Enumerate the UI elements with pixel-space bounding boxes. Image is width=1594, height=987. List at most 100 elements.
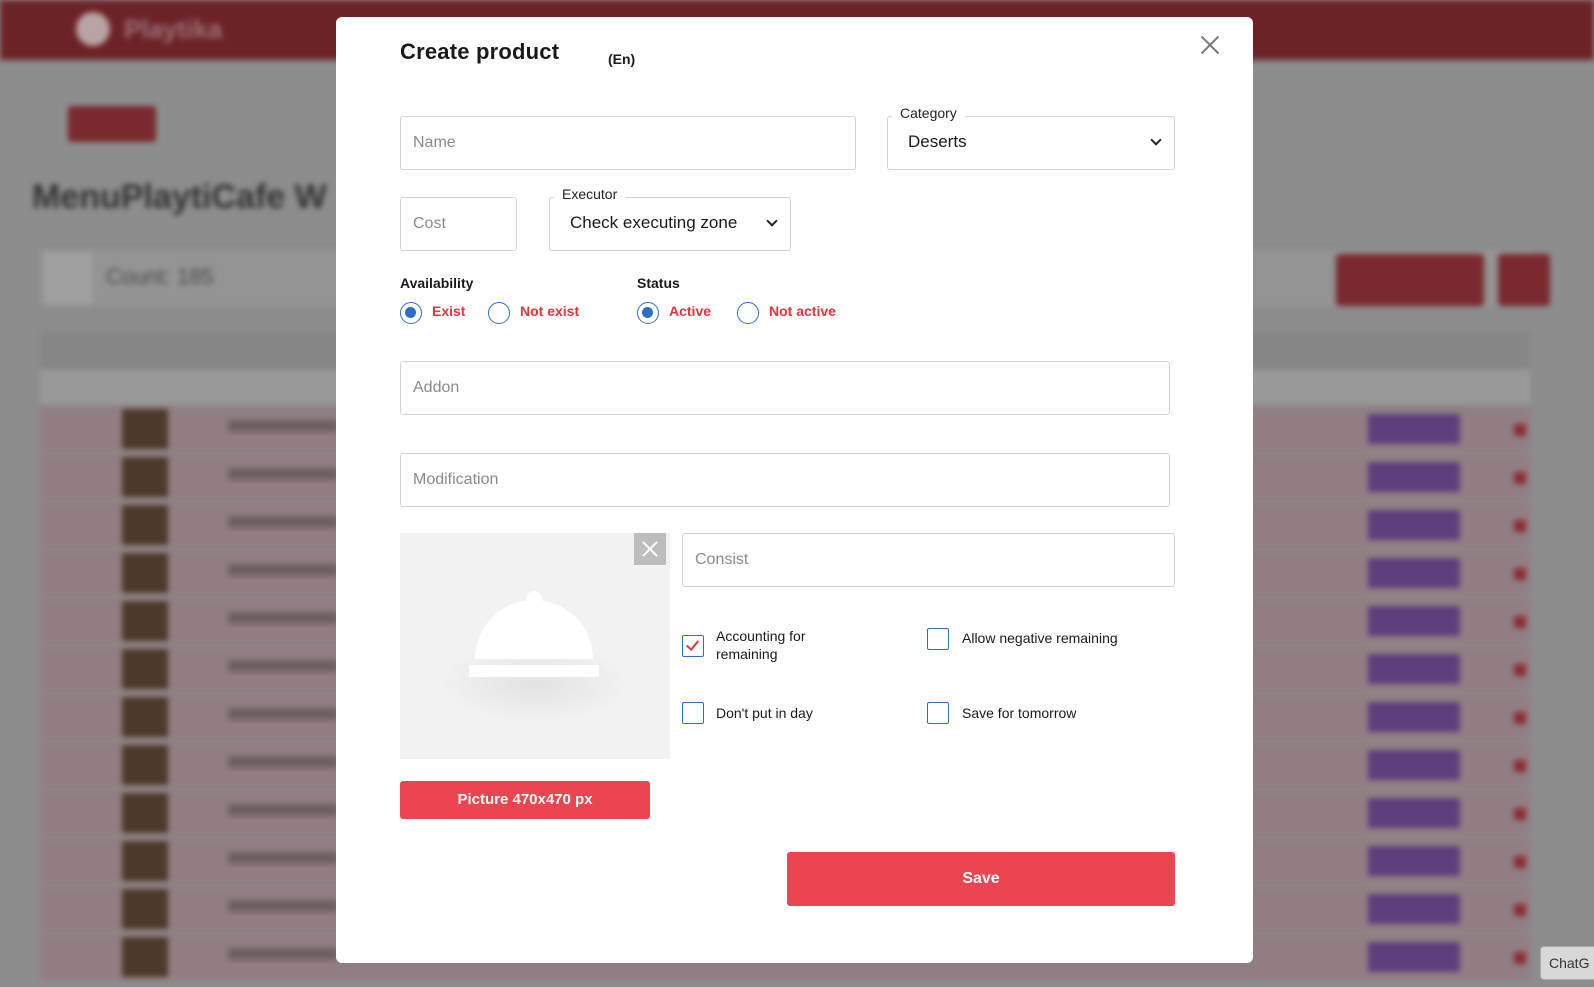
status-not-active-radio[interactable] bbox=[737, 302, 759, 324]
toolbar-icon bbox=[44, 252, 92, 304]
row-thumbnail bbox=[122, 889, 168, 929]
language-indicator: (En) bbox=[608, 51, 636, 67]
row-text bbox=[228, 420, 338, 432]
status-not-active-label[interactable]: Not active bbox=[769, 303, 836, 319]
row-action-pill bbox=[1368, 942, 1460, 972]
row-text bbox=[228, 900, 338, 912]
row-delete-icon bbox=[1514, 904, 1526, 916]
accounting-remaining-label[interactable]: Accounting for remaining bbox=[716, 627, 866, 663]
row-action-pill bbox=[1368, 558, 1460, 588]
row-text bbox=[228, 468, 338, 480]
status-active-radio[interactable] bbox=[637, 302, 659, 324]
category-select[interactable]: Category Deserts bbox=[887, 105, 1175, 170]
row-text bbox=[228, 516, 338, 528]
row-thumbnail bbox=[122, 745, 168, 785]
row-text bbox=[228, 948, 338, 960]
row-text bbox=[228, 852, 338, 864]
accounting-remaining-checkbox[interactable] bbox=[682, 635, 704, 657]
row-delete-icon bbox=[1514, 472, 1526, 484]
row-thumbnail bbox=[122, 841, 168, 881]
chevron-down-icon bbox=[766, 215, 778, 227]
tab-items bbox=[68, 106, 156, 142]
row-delete-icon bbox=[1514, 424, 1526, 436]
row-action-pill bbox=[1368, 846, 1460, 876]
row-thumbnail bbox=[122, 457, 168, 497]
status-label: Status bbox=[637, 275, 680, 291]
row-delete-icon bbox=[1514, 664, 1526, 676]
availability-label: Availability bbox=[400, 275, 474, 291]
row-delete-icon bbox=[1514, 856, 1526, 868]
row-text bbox=[228, 660, 338, 672]
executor-select[interactable]: Executor Check executing zone bbox=[549, 186, 791, 251]
row-delete-icon bbox=[1514, 952, 1526, 964]
addon-field[interactable] bbox=[400, 361, 1170, 415]
row-text bbox=[228, 804, 338, 816]
modification-input[interactable] bbox=[401, 454, 1169, 506]
create-product-modal: Create product (En) Category Deserts Exe… bbox=[336, 17, 1253, 963]
row-delete-icon bbox=[1514, 520, 1526, 532]
availability-not-exist-radio[interactable] bbox=[488, 302, 510, 324]
remove-image-icon[interactable] bbox=[634, 533, 666, 565]
row-action-pill bbox=[1368, 798, 1460, 828]
row-thumbnail bbox=[122, 793, 168, 833]
status-active-label[interactable]: Active bbox=[669, 303, 711, 319]
chevron-down-icon bbox=[1150, 134, 1162, 146]
row-thumbnail bbox=[122, 601, 168, 641]
row-action-pill bbox=[1368, 894, 1460, 924]
availability-exist-radio[interactable] bbox=[400, 302, 422, 324]
row-text bbox=[228, 756, 338, 768]
logo-text: Playtika bbox=[124, 14, 223, 44]
modification-field[interactable] bbox=[400, 453, 1170, 507]
row-action-pill bbox=[1368, 606, 1460, 636]
category-label: Category bbox=[892, 105, 965, 121]
addon-input[interactable] bbox=[401, 362, 1169, 414]
row-text bbox=[228, 612, 338, 624]
page-title: MenuPlaytiCafe W bbox=[32, 178, 327, 216]
name-input[interactable] bbox=[401, 117, 855, 169]
save-button[interactable]: Save bbox=[787, 852, 1175, 906]
executor-label: Executor bbox=[554, 186, 626, 202]
chatg-tab[interactable]: ChatG bbox=[1540, 946, 1594, 980]
upload-picture-button[interactable]: Picture 470x470 px bbox=[400, 781, 650, 819]
row-action-pill bbox=[1368, 462, 1460, 492]
add-item-button bbox=[1336, 254, 1484, 306]
availability-exist-label[interactable]: Exist bbox=[432, 303, 465, 319]
save-for-tomorrow-checkbox[interactable] bbox=[927, 702, 949, 724]
name-field[interactable] bbox=[400, 116, 856, 170]
row-action-pill bbox=[1368, 750, 1460, 780]
logo-icon bbox=[76, 12, 110, 46]
row-text bbox=[228, 708, 338, 720]
row-delete-icon bbox=[1514, 808, 1526, 820]
close-icon[interactable] bbox=[1200, 35, 1220, 55]
row-thumbnail bbox=[122, 697, 168, 737]
dont-put-in-day-checkbox[interactable] bbox=[682, 702, 704, 724]
modal-title: Create product bbox=[400, 39, 560, 64]
row-delete-icon bbox=[1514, 760, 1526, 772]
consist-field[interactable] bbox=[682, 533, 1175, 587]
dont-put-in-day-label[interactable]: Don't put in day bbox=[716, 704, 813, 722]
availability-not-exist-label[interactable]: Not exist bbox=[520, 303, 579, 319]
export-button bbox=[1498, 254, 1550, 306]
allow-negative-remaining-label[interactable]: Allow negative remaining bbox=[962, 629, 1118, 647]
consist-input[interactable] bbox=[683, 534, 1174, 586]
row-thumbnail bbox=[122, 649, 168, 689]
count-label: Count: 185 bbox=[106, 264, 214, 289]
row-action-pill bbox=[1368, 654, 1460, 684]
row-delete-icon bbox=[1514, 712, 1526, 724]
save-for-tomorrow-label[interactable]: Save for tomorrow bbox=[962, 704, 1076, 722]
row-thumbnail bbox=[122, 553, 168, 593]
row-thumbnail bbox=[122, 937, 168, 977]
row-delete-icon bbox=[1514, 568, 1526, 580]
food-cloche-icon bbox=[440, 591, 630, 723]
cost-field[interactable] bbox=[400, 197, 517, 251]
allow-negative-remaining-checkbox[interactable] bbox=[927, 628, 949, 650]
row-delete-icon bbox=[1514, 616, 1526, 628]
row-action-pill bbox=[1368, 414, 1460, 444]
row-text bbox=[228, 564, 338, 576]
category-value: Deserts bbox=[908, 132, 967, 151]
row-action-pill bbox=[1368, 702, 1460, 732]
row-action-pill bbox=[1368, 510, 1460, 540]
row-thumbnail bbox=[122, 409, 168, 449]
cost-input[interactable] bbox=[401, 198, 516, 250]
row-thumbnail bbox=[122, 505, 168, 545]
